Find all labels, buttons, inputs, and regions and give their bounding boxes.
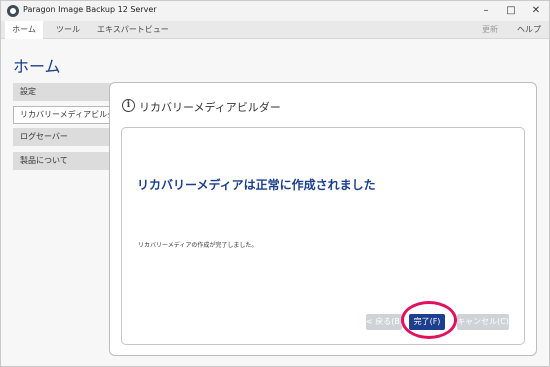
back-button[interactable]: < 戻る(B) — [366, 314, 403, 330]
info-icon: i — [122, 99, 135, 112]
menu-bar: ホーム ツール エキスパートビュー 更新 ヘルプ — [1, 21, 549, 39]
app-window: Paragon Image Backup 12 Server – □ ✕ ホーム… — [0, 0, 550, 367]
sidebar-item-about[interactable]: 製品について — [13, 152, 111, 170]
wizard-panel: i リカバリーメディアビルダー リカバリーメディアは正常に作成されました リカバ… — [109, 82, 537, 356]
help-menu[interactable]: ヘルプ — [517, 21, 541, 39]
update-button[interactable]: 更新 — [482, 21, 498, 39]
finish-button[interactable]: 完了(F) — [409, 314, 445, 330]
wizard-content: リカバリーメディアは正常に作成されました リカバリーメディアの作成が完了しました… — [121, 127, 525, 345]
maximize-button[interactable]: □ — [500, 3, 522, 19]
sidebar-item-settings[interactable]: 設定 — [13, 83, 111, 101]
tab-tools[interactable]: ツール — [51, 21, 85, 39]
minimize-button[interactable]: – — [475, 3, 497, 19]
completion-message: リカバリーメディアの作成が完了しました。 — [138, 242, 258, 249]
window-title: Paragon Image Backup 12 Server — [23, 5, 157, 14]
title-bar: Paragon Image Backup 12 Server – □ ✕ — [1, 1, 549, 21]
panel-title: リカバリーメディアビルダー — [139, 101, 281, 114]
app-logo-icon — [7, 5, 19, 17]
tab-expert-view[interactable]: エキスパートビュー — [97, 21, 169, 39]
close-button[interactable]: ✕ — [525, 3, 547, 19]
sidebar-item-log-saver[interactable]: ログセーバー — [13, 128, 111, 146]
page-title: ホーム — [13, 57, 61, 76]
tab-home[interactable]: ホーム — [5, 21, 43, 39]
cancel-button[interactable]: キャンセル(C) — [457, 314, 509, 330]
success-heading: リカバリーメディアは正常に作成されました — [137, 178, 376, 192]
sidebar-item-recovery-media-builder[interactable]: リカバリーメディアビルダー — [13, 106, 123, 124]
